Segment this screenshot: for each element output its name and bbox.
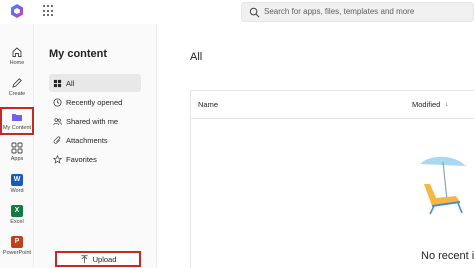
people-icon <box>53 117 62 125</box>
rail-item-create[interactable]: Create <box>0 77 34 107</box>
column-header-modified[interactable]: Modified <box>412 100 440 109</box>
powerpoint-icon: P <box>11 236 23 248</box>
sort-arrow-icon[interactable]: ↓ <box>445 99 449 108</box>
rail-label: Excel <box>10 219 24 225</box>
folder-icon <box>12 114 22 121</box>
table-header: Name Modified ↓ <box>191 91 474 119</box>
nav-label: Recently opened <box>66 97 123 107</box>
nav-item-attachments[interactable]: Attachments <box>49 131 141 149</box>
upload-button[interactable]: Upload <box>55 251 141 267</box>
apps-grid-icon <box>11 142 23 154</box>
paperclip-icon <box>53 135 61 144</box>
nav-item-all[interactable]: All <box>49 74 141 92</box>
pencil-icon <box>12 78 22 88</box>
star-icon <box>53 154 62 164</box>
main-content: All Name Modified ↓ <box>158 24 474 268</box>
my-content-panel: My content All Recently opened Shared wi… <box>35 24 157 268</box>
microsoft365-logo-icon[interactable] <box>9 3 25 19</box>
page-title: All <box>190 51 203 63</box>
upload-icon <box>80 254 88 263</box>
panel-title: My content <box>49 48 108 60</box>
clock-icon <box>53 97 62 107</box>
all-files-icon <box>53 79 62 87</box>
rail-item-word[interactable]: W Word <box>0 174 34 204</box>
home-icon <box>12 47 22 57</box>
nav-item-shared-with-me[interactable]: Shared with me <box>49 112 141 130</box>
rail-item-excel[interactable]: X Excel <box>0 205 34 235</box>
nav-label: Attachments <box>66 135 108 145</box>
nav-item-favorites[interactable]: Favorites <box>49 150 141 168</box>
beach-chair-illustration <box>420 156 466 215</box>
nav-label: Favorites <box>66 154 97 164</box>
empty-state-message: No recent it <box>421 250 474 262</box>
search-box[interactable]: Search for apps, files, templates and mo… <box>241 2 474 22</box>
rail-label: Create <box>8 91 26 97</box>
rail-label: PowerPoint <box>2 250 32 256</box>
rail-item-my-content[interactable]: My Content <box>0 107 34 135</box>
search-icon <box>249 7 260 18</box>
word-icon: W <box>11 174 23 186</box>
rail-label: Home <box>9 60 25 66</box>
app-launcher-icon[interactable] <box>43 5 55 17</box>
rail-label: Word <box>10 188 24 194</box>
rail-item-apps[interactable]: Apps <box>0 142 34 172</box>
rail-label: My Content <box>2 125 32 131</box>
excel-icon: X <box>11 205 23 217</box>
upload-label: Upload <box>92 254 117 264</box>
column-header-name[interactable]: Name <box>198 100 218 109</box>
rail-item-powerpoint[interactable]: P PowerPoint <box>0 236 34 266</box>
top-bar: Search for apps, files, templates and mo… <box>0 0 474 24</box>
rail-label: Apps <box>10 156 24 162</box>
nav-label: Shared with me <box>66 116 119 126</box>
nav-label: All <box>66 78 75 88</box>
search-placeholder: Search for apps, files, templates and mo… <box>264 7 415 16</box>
nav-item-recently-opened[interactable]: Recently opened <box>49 93 141 111</box>
left-rail: Home Create My Content Apps W Word X Exc… <box>0 24 34 268</box>
rail-item-home[interactable]: Home <box>0 46 34 76</box>
